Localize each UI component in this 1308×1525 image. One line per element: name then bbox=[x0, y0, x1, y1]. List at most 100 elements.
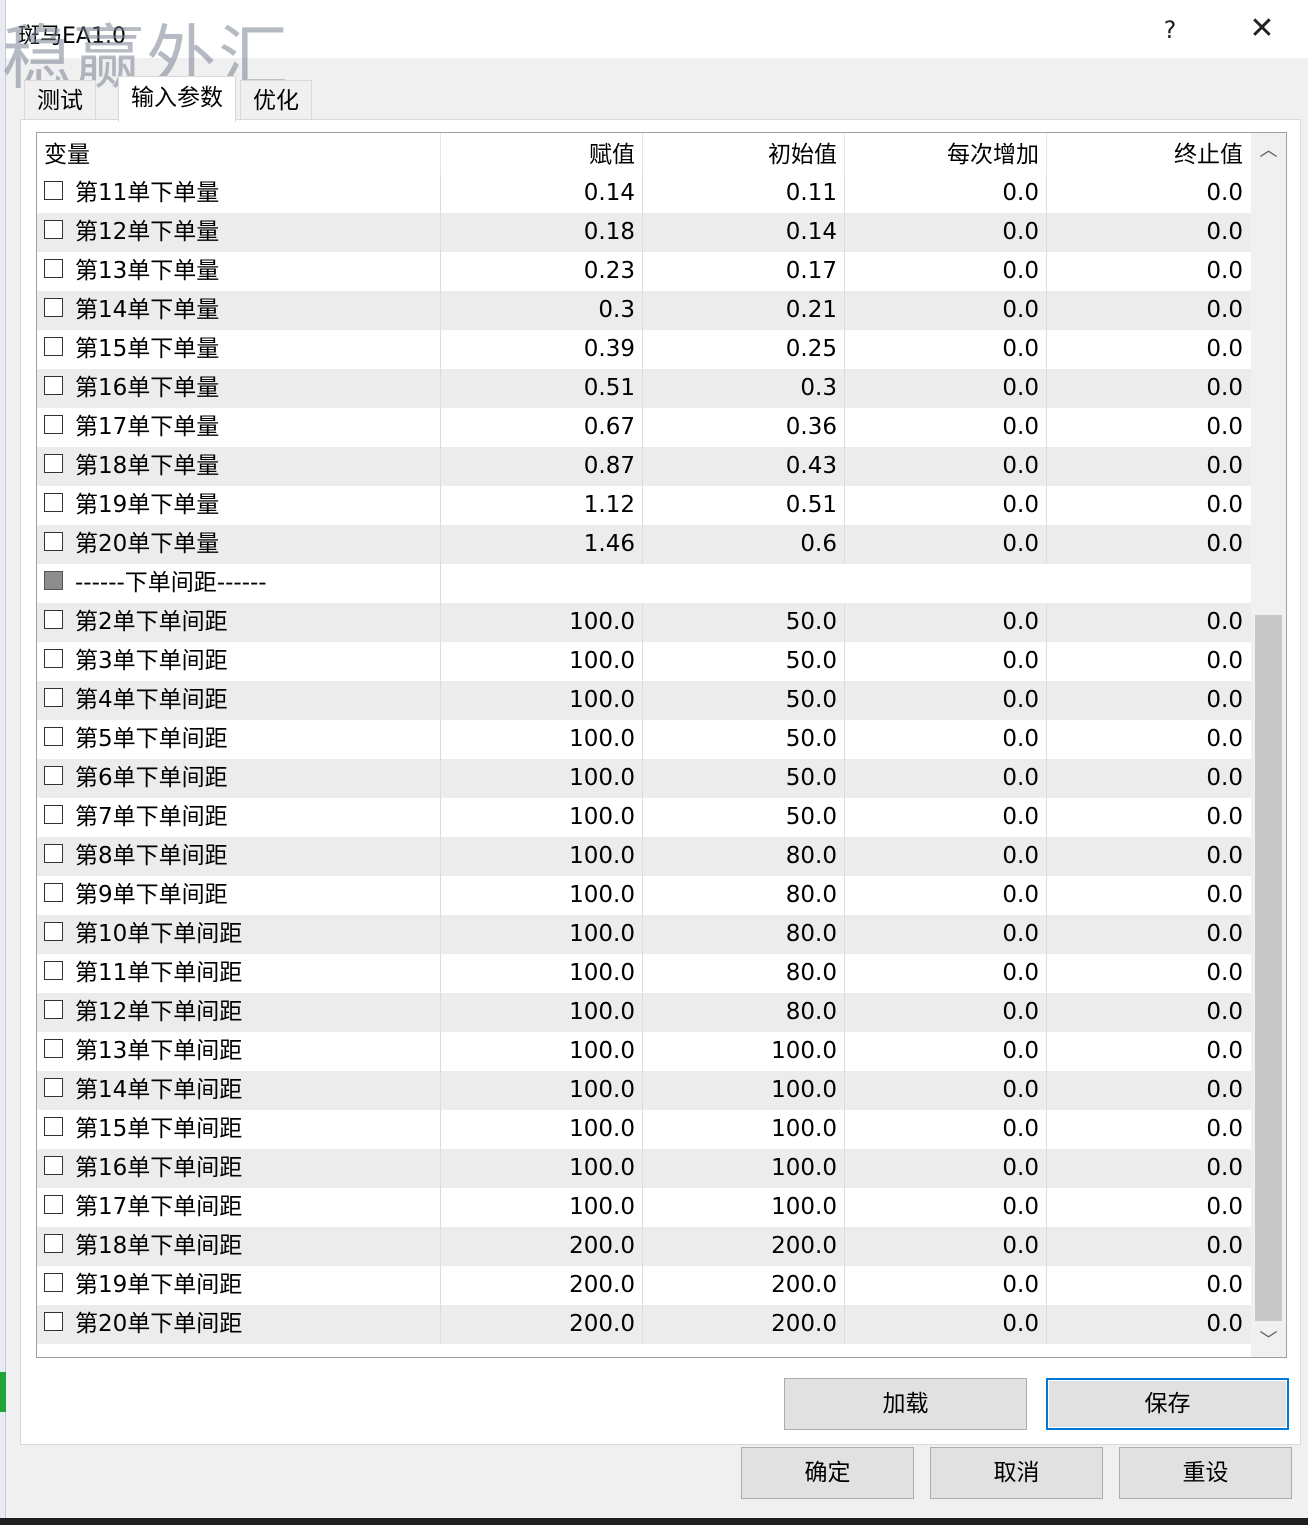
header-stop[interactable]: 终止值 bbox=[1047, 133, 1251, 174]
stop-cell[interactable]: 0.0 bbox=[1047, 642, 1251, 681]
table-row[interactable]: 第11单下单间距 100.0 80.0 0.0 0.0 bbox=[37, 954, 1251, 993]
value-cell[interactable]: 100.0 bbox=[441, 915, 643, 954]
stop-cell[interactable]: 0.0 bbox=[1047, 681, 1251, 720]
variable-cell[interactable]: 第3单下单间距 bbox=[37, 642, 441, 681]
stop-cell[interactable]: 0.0 bbox=[1047, 174, 1251, 213]
stop-cell[interactable]: 0.0 bbox=[1047, 759, 1251, 798]
stop-cell[interactable]: 0.0 bbox=[1047, 1188, 1251, 1227]
table-row[interactable]: 第12单下单量 0.18 0.14 0.0 0.0 bbox=[37, 213, 1251, 252]
optimize-checkbox[interactable] bbox=[44, 610, 63, 629]
optimize-checkbox[interactable] bbox=[44, 1195, 63, 1214]
variable-cell[interactable]: 第13单下单量 bbox=[37, 252, 441, 291]
variable-cell[interactable]: 第12单下单间距 bbox=[37, 993, 441, 1032]
variable-cell[interactable]: 第2单下单间距 bbox=[37, 603, 441, 642]
start-cell[interactable]: 50.0 bbox=[643, 798, 845, 837]
start-cell[interactable]: 0.36 bbox=[643, 408, 845, 447]
variable-cell[interactable]: 第7单下单间距 bbox=[37, 798, 441, 837]
start-cell[interactable]: 0.11 bbox=[643, 174, 845, 213]
separator-row[interactable]: ------下单间距------ bbox=[37, 564, 1251, 603]
step-cell[interactable]: 0.0 bbox=[845, 1071, 1047, 1110]
variable-cell[interactable]: 第19单下单量 bbox=[37, 486, 441, 525]
start-cell[interactable]: 100.0 bbox=[643, 1149, 845, 1188]
table-row[interactable]: 第4单下单间距 100.0 50.0 0.0 0.0 bbox=[37, 681, 1251, 720]
optimize-checkbox[interactable] bbox=[44, 220, 63, 239]
variable-cell[interactable]: 第8单下单间距 bbox=[37, 837, 441, 876]
table-row[interactable]: 第14单下单间距 100.0 100.0 0.0 0.0 bbox=[37, 1071, 1251, 1110]
step-cell[interactable]: 0.0 bbox=[845, 369, 1047, 408]
variable-cell[interactable]: ------下单间距------ bbox=[37, 564, 441, 603]
table-row[interactable]: 第19单下单间距 200.0 200.0 0.0 0.0 bbox=[37, 1266, 1251, 1305]
stop-cell[interactable]: 0.0 bbox=[1047, 408, 1251, 447]
value-cell[interactable]: 100.0 bbox=[441, 993, 643, 1032]
stop-cell[interactable]: 0.0 bbox=[1047, 1149, 1251, 1188]
value-cell[interactable]: 1.12 bbox=[441, 486, 643, 525]
table-row[interactable]: 第5单下单间距 100.0 50.0 0.0 0.0 bbox=[37, 720, 1251, 759]
optimize-checkbox[interactable] bbox=[44, 454, 63, 473]
optimize-checkbox[interactable] bbox=[44, 1078, 63, 1097]
tab-inputs[interactable]: 输入参数 bbox=[118, 76, 236, 122]
start-cell[interactable]: 100.0 bbox=[643, 1110, 845, 1149]
variable-cell[interactable]: 第15单下单量 bbox=[37, 330, 441, 369]
stop-cell[interactable]: 0.0 bbox=[1047, 837, 1251, 876]
start-cell[interactable]: 50.0 bbox=[643, 681, 845, 720]
start-cell[interactable]: 100.0 bbox=[643, 1071, 845, 1110]
help-button[interactable]: ? bbox=[1146, 12, 1194, 48]
step-cell[interactable]: 0.0 bbox=[845, 720, 1047, 759]
tab-optimization[interactable]: 优化 bbox=[240, 80, 312, 120]
table-row[interactable]: 第9单下单间距 100.0 80.0 0.0 0.0 bbox=[37, 876, 1251, 915]
variable-cell[interactable]: 第14单下单量 bbox=[37, 291, 441, 330]
table-row[interactable]: 第7单下单间距 100.0 50.0 0.0 0.0 bbox=[37, 798, 1251, 837]
step-cell[interactable]: 0.0 bbox=[845, 954, 1047, 993]
stop-cell[interactable]: 0.0 bbox=[1047, 252, 1251, 291]
stop-cell[interactable]: 0.0 bbox=[1047, 720, 1251, 759]
start-cell[interactable]: 80.0 bbox=[643, 837, 845, 876]
optimize-checkbox[interactable] bbox=[44, 1156, 63, 1175]
scroll-thumb[interactable] bbox=[1255, 615, 1282, 1321]
step-cell[interactable]: 0.0 bbox=[845, 330, 1047, 369]
step-cell[interactable]: 0.0 bbox=[845, 1266, 1047, 1305]
start-cell[interactable]: 50.0 bbox=[643, 720, 845, 759]
stop-cell[interactable]: 0.0 bbox=[1047, 603, 1251, 642]
title-bar[interactable]: 斑马EA1.0 稳赢外汇 ? ✕ bbox=[2, 0, 1308, 99]
optimize-checkbox[interactable] bbox=[44, 376, 63, 395]
stop-cell[interactable]: 0.0 bbox=[1047, 1266, 1251, 1305]
step-cell[interactable]: 0.0 bbox=[845, 837, 1047, 876]
load-button[interactable]: 加载 bbox=[784, 1378, 1027, 1430]
variable-cell[interactable]: 第14单下单间距 bbox=[37, 1071, 441, 1110]
variable-cell[interactable]: 第20单下单量 bbox=[37, 525, 441, 564]
start-cell[interactable]: 0.21 bbox=[643, 291, 845, 330]
stop-cell[interactable]: 0.0 bbox=[1047, 447, 1251, 486]
step-cell[interactable]: 0.0 bbox=[845, 681, 1047, 720]
step-cell[interactable]: 0.0 bbox=[845, 915, 1047, 954]
step-cell[interactable]: 0.0 bbox=[845, 1149, 1047, 1188]
value-cell[interactable]: 0.39 bbox=[441, 330, 643, 369]
variable-cell[interactable]: 第16单下单量 bbox=[37, 369, 441, 408]
header-value[interactable]: 赋值 bbox=[441, 133, 643, 174]
table-row[interactable]: 第17单下单间距 100.0 100.0 0.0 0.0 bbox=[37, 1188, 1251, 1227]
value-cell[interactable]: 0.67 bbox=[441, 408, 643, 447]
optimize-checkbox[interactable] bbox=[44, 922, 63, 941]
table-row[interactable]: 第20单下单间距 200.0 200.0 0.0 0.0 bbox=[37, 1305, 1251, 1344]
variable-cell[interactable]: 第5单下单间距 bbox=[37, 720, 441, 759]
optimize-checkbox[interactable] bbox=[44, 1273, 63, 1292]
step-cell[interactable]: 0.0 bbox=[845, 447, 1047, 486]
value-cell[interactable]: 100.0 bbox=[441, 720, 643, 759]
stop-cell[interactable]: 0.0 bbox=[1047, 876, 1251, 915]
variable-cell[interactable]: 第4单下单间距 bbox=[37, 681, 441, 720]
optimize-checkbox[interactable] bbox=[44, 1234, 63, 1253]
step-cell[interactable]: 0.0 bbox=[845, 798, 1047, 837]
stop-cell[interactable]: 0.0 bbox=[1047, 1227, 1251, 1266]
start-cell[interactable]: 100.0 bbox=[643, 1032, 845, 1071]
value-cell[interactable]: 100.0 bbox=[441, 681, 643, 720]
value-cell[interactable]: 100.0 bbox=[441, 603, 643, 642]
variable-cell[interactable]: 第12单下单量 bbox=[37, 213, 441, 252]
header-start[interactable]: 初始值 bbox=[643, 133, 845, 174]
start-cell[interactable]: 0.51 bbox=[643, 486, 845, 525]
save-button[interactable]: 保存 bbox=[1046, 1378, 1289, 1430]
optimize-checkbox[interactable] bbox=[44, 766, 63, 785]
optimize-checkbox[interactable] bbox=[44, 298, 63, 317]
table-row[interactable]: 第19单下单量 1.12 0.51 0.0 0.0 bbox=[37, 486, 1251, 525]
value-cell[interactable]: 1.46 bbox=[441, 525, 643, 564]
table-row[interactable]: 第16单下单间距 100.0 100.0 0.0 0.0 bbox=[37, 1149, 1251, 1188]
optimize-checkbox[interactable] bbox=[44, 649, 63, 668]
